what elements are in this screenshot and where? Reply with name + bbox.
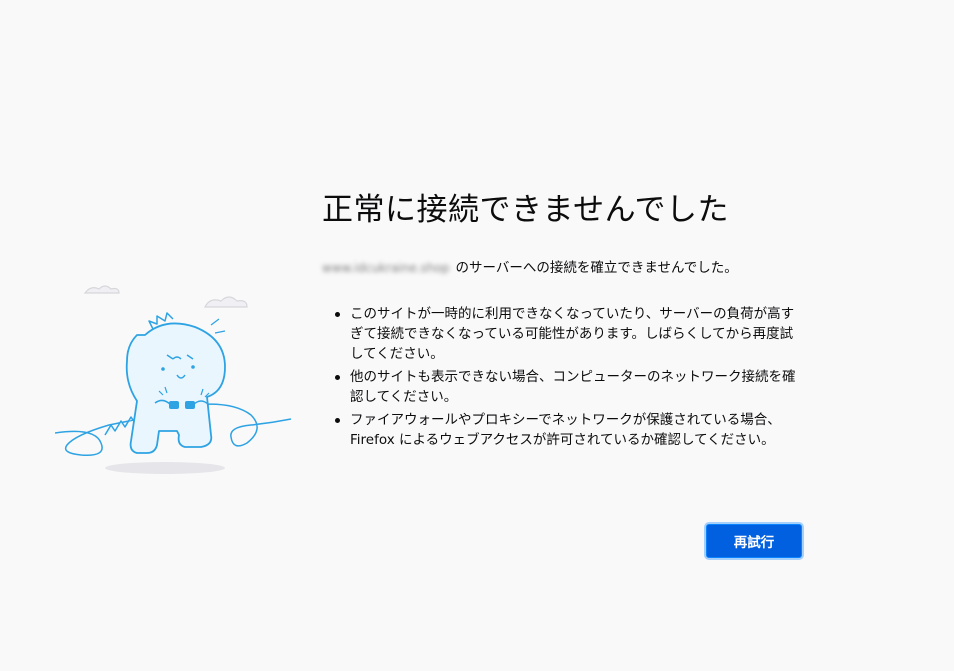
bullet-icon [335,312,340,317]
page-title: 正常に接続できませんでした [322,192,730,228]
list-item: このサイトが一時的に利用できなくなっていたり、サーバーの負荷が高すぎて接続できな… [335,304,806,364]
error-description: www.idcukraine.shop のサーバーへの接続を確立できませんでした。 [322,258,806,278]
reason-text: このサイトが一時的に利用できなくなっていたり、サーバーの負荷が高すぎて接続できな… [350,306,795,362]
description-text: のサーバーへの接続を確立できませんでした。 [455,260,738,276]
error-content: 正常に接続できませんでした www.idcukraine.shop のサーバーへの… [322,190,806,453]
retry-button[interactable]: 再試行 [706,524,802,558]
unplugged-dinosaur-illustration [55,285,292,474]
reason-list: このサイトが一時的に利用できなくなっていたり、サーバーの負荷が高すぎて接続できな… [322,304,806,450]
bullet-icon [335,375,340,380]
reason-text: 他のサイトも表示できない場合、コンピューターのネットワーク接続を確認してください… [350,369,796,405]
connection-error-page: 正常に接続できませんでした www.idcukraine.shop のサーバーへの… [0,0,954,671]
host-name: www.idcukraine.shop [322,261,450,275]
reason-text: ファイアウォールやプロキシーでネットワークが保護されている場合、Firefox … [350,412,781,448]
list-item: 他のサイトも表示できない場合、コンピューターのネットワーク接続を確認してください… [335,367,806,407]
bullet-icon [335,418,340,423]
list-item: ファイアウォールやプロキシーでネットワークが保護されている場合、Firefox … [335,410,806,450]
